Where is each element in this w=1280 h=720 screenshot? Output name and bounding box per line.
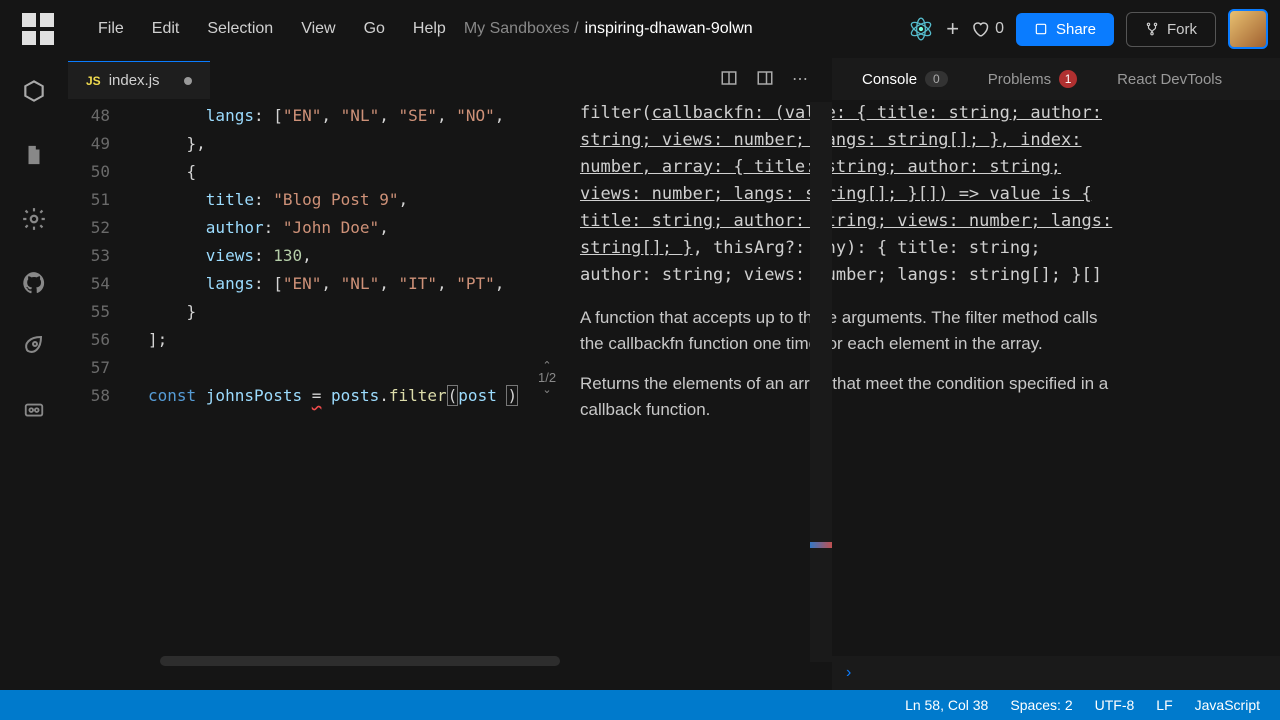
live-icon[interactable]: [21, 398, 47, 424]
menu-go[interactable]: Go: [350, 14, 399, 44]
line-number: 51: [68, 186, 128, 214]
editor-line[interactable]: 52 author: "John Doe",: [68, 214, 568, 242]
line-number: 54: [68, 270, 128, 298]
dirty-indicator-icon: [184, 77, 192, 85]
problems-count-badge: 1: [1059, 70, 1077, 88]
share-button[interactable]: Share: [1016, 13, 1114, 46]
signature-pager[interactable]: ⌃ 1/2 ⌄: [538, 360, 556, 396]
console-input[interactable]: ›: [832, 656, 1280, 690]
signature-help-popup: filter(callbackfn: (value: { title: stri…: [580, 100, 1120, 437]
status-position[interactable]: Ln 58, Col 38: [905, 697, 988, 713]
status-language[interactable]: JavaScript: [1195, 697, 1260, 713]
status-bar: Ln 58, Col 38 Spaces: 2 UTF-8 LF JavaScr…: [0, 690, 1280, 720]
code-editor[interactable]: 48 langs: ["EN", "NL", "SE", "NO",49 },5…: [68, 102, 568, 662]
breadcrumb-title[interactable]: inspiring-dhawan-9olwn: [585, 20, 753, 38]
line-number: 57: [68, 354, 128, 382]
activity-bar: [0, 58, 68, 690]
editor-tabs: JS index.js ⋯: [68, 58, 828, 102]
tab-console[interactable]: Console 0: [842, 63, 968, 96]
chevron-down-icon[interactable]: ⌄: [538, 384, 556, 396]
line-number: 53: [68, 242, 128, 270]
avatar[interactable]: [1228, 9, 1268, 49]
line-number: 48: [68, 102, 128, 130]
signature-desc-2: Returns the elements of an array that me…: [580, 371, 1120, 423]
minimap[interactable]: [810, 102, 832, 662]
tab-problems[interactable]: Problems 1: [968, 62, 1097, 96]
chevron-right-icon: ›: [846, 664, 851, 682]
add-icon[interactable]: +: [946, 16, 959, 42]
editor-line[interactable]: 58const johnsPosts = posts.filter(post ): [68, 382, 568, 410]
editor-line[interactable]: 48 langs: ["EN", "NL", "SE", "NO",: [68, 102, 568, 130]
devtools-tabs: Console 0 Problems 1 React DevTools: [832, 58, 1280, 100]
file-icon[interactable]: [21, 142, 47, 168]
like-button[interactable]: 0: [971, 20, 1004, 38]
sandbox-icon[interactable]: [21, 78, 47, 104]
menu-bar: FileEditSelectionViewGoHelp My Sandboxes…: [0, 0, 1280, 58]
status-eol[interactable]: LF: [1156, 697, 1172, 713]
tab-react-devtools[interactable]: React DevTools: [1097, 63, 1242, 96]
line-number: 50: [68, 158, 128, 186]
line-number: 58: [68, 382, 128, 410]
editor-line[interactable]: 54 langs: ["EN", "NL", "IT", "PT",: [68, 270, 568, 298]
more-icon[interactable]: ⋯: [792, 69, 808, 92]
editor-line[interactable]: 56];: [68, 326, 568, 354]
line-number: 49: [68, 130, 128, 158]
deploy-icon[interactable]: [21, 334, 47, 360]
tab-filename: index.js: [109, 72, 160, 89]
console-count-badge: 0: [925, 71, 948, 87]
editor-line[interactable]: 51 title: "Blog Post 9",: [68, 186, 568, 214]
pager-label: 1/2: [538, 372, 556, 384]
horizontal-scrollbar[interactable]: [160, 656, 560, 666]
split-editor-icon[interactable]: [720, 69, 738, 92]
codesandbox-logo[interactable]: [22, 13, 54, 45]
menu-help[interactable]: Help: [399, 14, 460, 44]
menu-file[interactable]: File: [84, 14, 138, 44]
breadcrumb[interactable]: My Sandboxes / inspiring-dhawan-9olwn: [464, 20, 753, 38]
editor-line[interactable]: 49 },: [68, 130, 568, 158]
layout-icon[interactable]: [756, 69, 774, 92]
editor-line[interactable]: 50 {: [68, 158, 568, 186]
menu-view[interactable]: View: [287, 14, 349, 44]
minimap-marker: [810, 542, 832, 548]
status-spaces[interactable]: Spaces: 2: [1010, 697, 1072, 713]
editor-line[interactable]: 55 }: [68, 298, 568, 326]
signature-desc-1: A function that accepts up to three argu…: [580, 305, 1120, 357]
like-count: 0: [995, 20, 1004, 38]
editor-line[interactable]: 53 views: 130,: [68, 242, 568, 270]
fork-button[interactable]: Fork: [1126, 12, 1216, 47]
js-badge-icon: JS: [86, 74, 101, 88]
tab-indexjs[interactable]: JS index.js: [68, 61, 210, 99]
github-icon[interactable]: [21, 270, 47, 296]
settings-icon[interactable]: [21, 206, 47, 232]
editor-line[interactable]: 57: [68, 354, 568, 382]
codeium-icon[interactable]: [908, 16, 934, 42]
status-encoding[interactable]: UTF-8: [1095, 697, 1135, 713]
menu-edit[interactable]: Edit: [138, 14, 194, 44]
breadcrumb-parent: My Sandboxes /: [464, 20, 579, 38]
menu-selection[interactable]: Selection: [193, 14, 287, 44]
line-number: 56: [68, 326, 128, 354]
line-number: 55: [68, 298, 128, 326]
line-number: 52: [68, 214, 128, 242]
